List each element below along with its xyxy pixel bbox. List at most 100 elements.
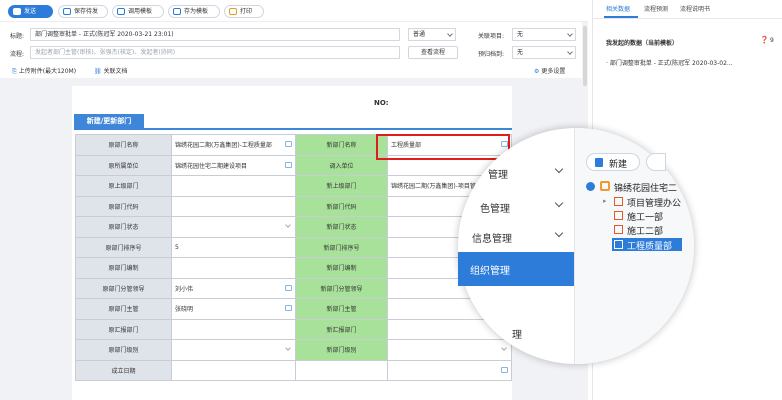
field-value-original[interactable] bbox=[171, 318, 296, 340]
title-input[interactable]: 部门调整审批单 - 正式(陈冠军 2020-03-21 23:01) bbox=[30, 28, 400, 41]
tree-node-root[interactable]: 锦绣花园住宅二 bbox=[614, 181, 677, 194]
field-label-original: 原部门状态 bbox=[75, 216, 172, 238]
field-value-original[interactable] bbox=[171, 216, 296, 238]
field-label-original: 原部门编制 bbox=[75, 257, 172, 279]
user-picker-icon[interactable] bbox=[285, 284, 292, 291]
chevron-down-icon bbox=[567, 31, 573, 37]
related-doc-link[interactable]: ⛓ 关联文档 bbox=[94, 66, 128, 75]
form-row: 原部门编制 新部门编制 bbox=[75, 257, 512, 279]
field-text: 新部门名称 bbox=[326, 142, 357, 150]
field-text: 原部门主管 bbox=[108, 306, 139, 314]
field-text: 成立日期 bbox=[111, 367, 136, 375]
use-template-button[interactable]: 调用模板 bbox=[112, 5, 164, 18]
save-draft-button[interactable]: 保存待发 bbox=[58, 5, 108, 18]
tab-flow-forecast[interactable]: 流程预测 bbox=[644, 4, 668, 13]
save-template-icon bbox=[173, 8, 181, 15]
chevron-down-icon[interactable] bbox=[501, 345, 507, 351]
menu-item-role-management[interactable]: 色管理 bbox=[480, 200, 510, 215]
tab-related-data[interactable]: 相关数据 bbox=[606, 4, 630, 13]
department-icon bbox=[614, 211, 623, 220]
field-value-original[interactable] bbox=[171, 339, 296, 361]
field-value-original[interactable] bbox=[171, 195, 296, 217]
link-icon: ⛓ bbox=[94, 68, 102, 75]
template-icon bbox=[117, 8, 125, 15]
form-number-label: NO: bbox=[374, 99, 389, 107]
form-row: 成立日期 bbox=[75, 359, 512, 381]
view-flow-button[interactable]: 查看流程 bbox=[408, 46, 458, 59]
print-icon bbox=[229, 8, 237, 15]
field-value-original[interactable]: 锦绣花园二期(万鑫集团)-工程质量部 bbox=[171, 134, 296, 156]
tree-node-construction-1[interactable]: 施工一部 bbox=[627, 210, 663, 223]
form-row: 原上级部门 新上级部门 锦绣花园二期(万鑫集团)-项目管理办公室 bbox=[75, 175, 512, 197]
chevron-down-icon bbox=[447, 31, 453, 37]
form-row: 原部门代码 新部门代码 bbox=[75, 195, 512, 217]
field-value-original[interactable]: 锦绣花园住宅二期建设项目 bbox=[171, 154, 296, 176]
chevron-down-icon[interactable] bbox=[285, 345, 291, 351]
user-picker-icon[interactable] bbox=[285, 305, 292, 311]
field-value-original[interactable]: 张晓明 bbox=[171, 298, 296, 320]
field-value-new[interactable] bbox=[387, 339, 512, 361]
menu-item-info-management[interactable]: 信息管理 bbox=[472, 230, 512, 245]
field-text: 锦绣花园住宅二期建设项目 bbox=[175, 162, 248, 170]
field-label-original: 原部门代码 bbox=[75, 195, 172, 217]
related-project-select[interactable]: 无 bbox=[512, 28, 576, 41]
field-value-original[interactable] bbox=[171, 359, 296, 381]
chevron-down-icon[interactable] bbox=[285, 222, 291, 228]
department-icon bbox=[614, 225, 623, 234]
tab-flow-manual[interactable]: 流程说明书 bbox=[680, 4, 710, 13]
help-icon[interactable]: ❓ bbox=[760, 36, 769, 44]
expand-arrow-icon[interactable]: ▸ bbox=[603, 197, 607, 205]
help-icon-label: 9 bbox=[770, 37, 774, 44]
tree-node-construction-2[interactable]: 施工二部 bbox=[627, 224, 663, 237]
field-value-original[interactable]: 5 bbox=[171, 236, 296, 258]
field-text: 原部门编制 bbox=[108, 265, 139, 273]
field-value-original[interactable] bbox=[171, 175, 296, 197]
field-label-original: 成立日期 bbox=[75, 359, 172, 381]
flow-input[interactable]: 发起者部门主管(审核)、张强杰(核定)、发起者(协同) bbox=[30, 46, 400, 59]
form-row: 原部门排序号 5 新部门排序号 bbox=[75, 236, 512, 258]
field-value-new[interactable] bbox=[387, 359, 512, 381]
field-text: 锦绣花园二期(万鑫集团)-工程质量部 bbox=[175, 142, 272, 150]
field-label-new: 新部门分管领导 bbox=[295, 277, 388, 299]
field-text: 原部门排序号 bbox=[105, 244, 142, 252]
new-button[interactable]: 新建 bbox=[586, 153, 640, 171]
field-value-original[interactable] bbox=[171, 257, 296, 279]
department-form-table: 原部门名称 锦绣花园二期(万鑫集团)-工程质量部 新部门名称 工程质量部 原所属单位 锦绣… bbox=[75, 134, 512, 381]
priority-select[interactable]: 普通 bbox=[408, 28, 456, 41]
print-button[interactable]: 打印 bbox=[224, 5, 264, 18]
department-icon bbox=[614, 197, 623, 206]
menu-item-partial[interactable]: 理 bbox=[512, 326, 522, 341]
menu-item-management[interactable]: 管理 bbox=[488, 166, 508, 181]
highlight-box bbox=[376, 134, 510, 160]
home-icon[interactable] bbox=[285, 161, 292, 168]
send-button[interactable]: 发送 bbox=[8, 5, 53, 18]
archive-select[interactable]: 无 bbox=[512, 46, 576, 59]
field-label-original: 原所属单位 bbox=[75, 154, 172, 176]
tree-node-quality[interactable]: 工程质量部 bbox=[627, 239, 672, 252]
more-settings-link[interactable]: ⚙ 更多设置 bbox=[534, 66, 565, 75]
new-doc-icon bbox=[595, 158, 603, 167]
field-label-new: 新部门状态 bbox=[295, 216, 388, 238]
collapse-icon[interactable] bbox=[586, 182, 595, 191]
field-text: 原部门状态 bbox=[108, 224, 139, 232]
section-title: 我发起的数据（当前模板） bbox=[606, 40, 679, 47]
picker-icon[interactable] bbox=[285, 141, 292, 147]
save-template-button[interactable]: 存为模板 bbox=[168, 5, 220, 18]
field-text: 新部门代码 bbox=[326, 203, 357, 211]
field-value-original[interactable]: 刘小伟 bbox=[171, 277, 296, 299]
flow-label: 流程: bbox=[10, 51, 25, 58]
scrollbar-thumb[interactable] bbox=[583, 26, 587, 86]
field-label-new: 新部门名称 bbox=[295, 134, 388, 156]
tree-node-pmo[interactable]: 项目管理办公 bbox=[627, 196, 681, 209]
menu-item-org-management[interactable]: 组织管理 bbox=[470, 262, 510, 277]
related-data-item[interactable]: · 部门调整审批单 - 正式(陈冠军 2020-03-02... bbox=[606, 58, 733, 67]
chevron-down-icon bbox=[567, 49, 573, 55]
save-icon bbox=[63, 8, 71, 15]
calendar-icon[interactable] bbox=[501, 366, 508, 373]
field-label-original: 原部门级别 bbox=[75, 339, 172, 361]
next-toolbar-button[interactable] bbox=[646, 153, 666, 171]
field-label-new bbox=[295, 359, 388, 381]
field-text: 原部门名称 bbox=[108, 142, 139, 150]
upload-attachment-link[interactable]: ⎘ 上传附件(最大120M) bbox=[12, 66, 76, 76]
form-row: 原部门级别 新部门级别 bbox=[75, 339, 512, 361]
